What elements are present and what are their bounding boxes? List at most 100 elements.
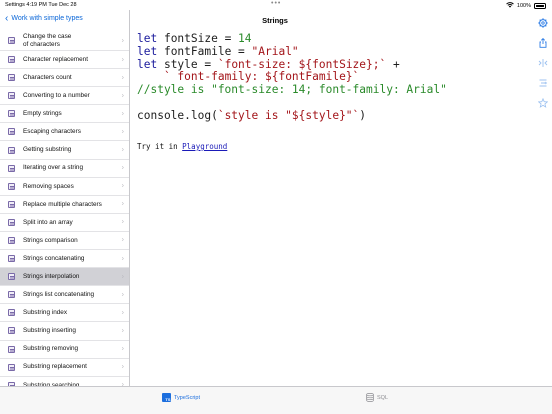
- document-icon: [8, 200, 15, 208]
- document-icon: [8, 146, 15, 154]
- sidebar-item-label: Converting to a number: [23, 92, 90, 100]
- try-it-prefix: Try it in: [137, 142, 183, 151]
- sidebar-item[interactable]: Substring searching ›: [0, 377, 129, 386]
- tab-sql[interactable]: SQL: [366, 393, 388, 402]
- sidebar-item[interactable]: Change the case of characters ›: [0, 31, 129, 51]
- favorite-button[interactable]: [536, 94, 550, 114]
- document-icon: [8, 164, 15, 172]
- document-icon: [8, 236, 15, 244]
- sidebar-item-label: Iterating over a string: [23, 164, 84, 172]
- settings-button[interactable]: [536, 14, 550, 34]
- chevron-right-icon: ›: [121, 164, 124, 172]
- sidebar-header: ‹ Work with simple types: [0, 10, 129, 31]
- chevron-right-icon: ›: [121, 200, 124, 208]
- sidebar-item[interactable]: Characters count ›: [0, 69, 129, 88]
- sidebar-item[interactable]: Strings list concatenating ›: [0, 286, 129, 305]
- sidebar-item-label: Substring index: [23, 309, 68, 317]
- chevron-right-icon: ›: [121, 291, 124, 299]
- sidebar-item[interactable]: Character replacement ›: [0, 51, 129, 70]
- sidebar-item[interactable]: Getting substring ›: [0, 141, 129, 160]
- sidebar-item-label: Split into an array: [23, 218, 73, 226]
- sidebar-item[interactable]: Strings interpolation ›: [0, 268, 129, 287]
- chevron-right-icon: ›: [121, 74, 124, 82]
- document-icon: [8, 56, 15, 64]
- sidebar-item[interactable]: Substring index ›: [0, 304, 129, 323]
- document-icon: [8, 309, 15, 317]
- chevron-right-icon: ›: [121, 182, 124, 190]
- sidebar-item[interactable]: Strings concatenating ›: [0, 250, 129, 269]
- sidebar-item-label: Getting substring: [23, 146, 72, 154]
- document-icon: [8, 273, 15, 281]
- sidebar-item[interactable]: Strings comparison ›: [0, 232, 129, 251]
- back-button-label: Work with simple types: [11, 15, 83, 22]
- compare-button[interactable]: [536, 54, 550, 74]
- sidebar-item[interactable]: Escaping characters ›: [0, 123, 129, 142]
- document-icon: [8, 327, 15, 335]
- wifi-icon: [506, 2, 514, 10]
- chevron-right-icon: ›: [121, 37, 124, 44]
- battery-percent: 100%: [516, 3, 531, 9]
- document-icon: [8, 218, 15, 226]
- topic-list: Change the case of characters › Character …: [0, 31, 129, 386]
- chevron-right-icon: ›: [121, 128, 124, 136]
- chevron-right-icon: ›: [121, 345, 124, 353]
- chevron-left-icon: ‹: [5, 13, 9, 24]
- tab-typescript[interactable]: TS TypeScript: [162, 393, 200, 402]
- ts-icon: TS: [162, 393, 171, 402]
- chevron-right-icon: ›: [121, 110, 124, 118]
- database-icon: [366, 393, 374, 402]
- sidebar-item[interactable]: Replace multiple characters ›: [0, 196, 129, 214]
- chevron-right-icon: ›: [121, 327, 124, 335]
- playground-link[interactable]: Playground: [182, 142, 227, 151]
- document-icon: [8, 128, 15, 136]
- page-title: Strings: [262, 16, 288, 25]
- sidebar-item-label: Substring removing: [23, 345, 79, 353]
- chevron-right-icon: ›: [121, 273, 124, 281]
- filter-icon: [538, 75, 548, 93]
- document-icon: [8, 110, 15, 118]
- back-button[interactable]: ‹ Work with simple types: [5, 13, 83, 24]
- sidebar: ‹ Work with simple types Change the case…: [0, 10, 130, 386]
- sidebar-item-label: Strings list concatenating: [23, 291, 95, 299]
- sidebar-item-label: Empty strings: [23, 110, 62, 118]
- share-button[interactable]: [536, 34, 550, 54]
- sidebar-item[interactable]: Iterating over a string ›: [0, 160, 129, 178]
- status-time: Settings 4:19 PM Tue Dec 28: [5, 2, 77, 8]
- document-icon: [8, 363, 15, 371]
- tab-sql-label: SQL: [377, 394, 389, 401]
- sidebar-item[interactable]: Split into an array ›: [0, 214, 129, 232]
- chevron-right-icon: ›: [121, 92, 124, 100]
- document-icon: [8, 37, 15, 44]
- chevron-right-icon: ›: [121, 309, 124, 317]
- chevron-right-icon: ›: [121, 255, 124, 263]
- sidebar-item[interactable]: Removing spaces ›: [0, 178, 129, 196]
- sidebar-item-label: Strings comparison: [23, 236, 78, 244]
- sidebar-item-label: Strings interpolation: [23, 272, 80, 280]
- right-toolbar: [534, 14, 552, 114]
- sidebar-item[interactable]: Substring removing ›: [0, 341, 129, 359]
- sidebar-item-label: Substring replacement: [23, 363, 87, 371]
- status-right: 100%: [506, 2, 546, 10]
- sidebar-item-label: Change the case of characters: [23, 33, 72, 48]
- chevron-right-icon: ›: [121, 56, 124, 64]
- share-icon: [538, 35, 548, 53]
- sidebar-item-label: Character replacement: [23, 55, 89, 63]
- sidebar-item-label: Escaping characters: [23, 128, 81, 136]
- compare-icon: [538, 55, 548, 73]
- tab-typescript-label: TypeScript: [174, 394, 200, 401]
- chevron-right-icon: ›: [121, 218, 124, 226]
- filter-button[interactable]: [536, 74, 550, 94]
- document-icon: [8, 74, 15, 82]
- sidebar-item-label: Substring inserting: [23, 327, 76, 335]
- multitask-dots[interactable]: •••: [271, 0, 281, 7]
- code-block: let fontSize = 14 let fontFamile = "Aria…: [137, 32, 447, 122]
- main-content: Strings let fontSize = 14 let fontFamile…: [130, 10, 552, 386]
- sidebar-item-label: Characters count: [23, 73, 72, 81]
- sidebar-item[interactable]: Substring inserting ›: [0, 322, 129, 341]
- sidebar-item[interactable]: Converting to a number ›: [0, 87, 129, 106]
- sidebar-item[interactable]: Empty strings ›: [0, 105, 129, 124]
- document-icon: [8, 345, 15, 353]
- document-icon: [8, 291, 15, 299]
- sidebar-item[interactable]: Substring replacement ›: [0, 359, 129, 377]
- document-icon: [8, 255, 15, 263]
